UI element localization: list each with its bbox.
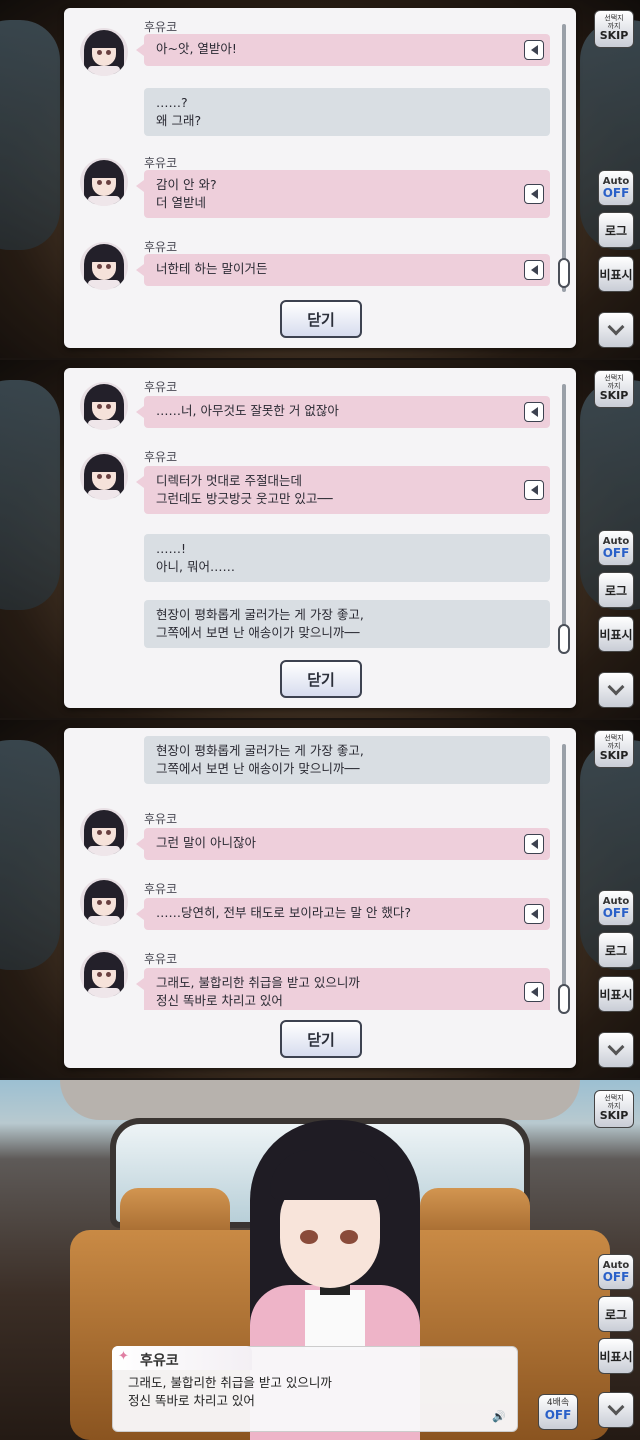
log-message: 아~앗, 열받아! [136,34,550,66]
speaker-name: 후유코 [144,812,178,826]
voice-replay-icon[interactable] [524,904,544,924]
chevron-down-icon [607,1038,625,1056]
log-button[interactable]: 로그 [598,212,634,248]
scroll-down-button[interactable] [598,1032,634,1068]
log-message: 그런 말이 아니잖아 [136,828,550,860]
log-message: 그래도, 불합리한 취급을 받고 있으니까 정신 똑바로 차리고 있어 [136,968,550,1010]
log-message: 너한테 하는 말이거든 [136,254,550,286]
backlog-dialog: 후유코 ……너, 아무것도 잘못한 거 없잖아 후유코 디렉터가 멋대로 주절대… [64,368,576,708]
log-scrollbar[interactable] [558,744,570,1014]
speaker-avatar [80,382,128,430]
skip-button[interactable]: 선택지 까지 SKIP [594,10,634,48]
scroll-down-button[interactable] [598,672,634,708]
auto-button[interactable]: Auto OFF [598,530,634,566]
scroll-down-button[interactable] [598,1392,634,1428]
auto-button[interactable]: Auto OFF [598,890,634,926]
skip-button[interactable]: 선택지 까지 SKIP [594,730,634,768]
log-message-player: 현장이 평화롭게 굴러가는 게 가장 좋고, 그쪽에서 보면 난 애송이가 맞으… [144,600,550,648]
log-message-player: ……? 왜 그래? [144,88,550,136]
log-panel-3: 현장이 평화롭게 굴러가는 게 가장 좋고, 그쪽에서 보면 난 애송이가 맞으… [0,720,640,1078]
voice-replay-icon[interactable] [524,184,544,204]
log-button[interactable]: 로그 [598,932,634,968]
backlog-dialog: 후유코 아~앗, 열받아! ……? 왜 그래? 후유코 감이 안 와? 더 열받… [64,8,576,348]
voice-icon[interactable]: 🔊 [492,1410,506,1423]
speaker-name: 후유코 [144,156,178,170]
log-message: 디렉터가 멋대로 주절대는데 그런데도 방긋방긋 웃고만 있고── [136,466,550,514]
skip-button[interactable]: 선택지 까지 SKIP [594,370,634,408]
log-panel-2: 후유코 ……너, 아무것도 잘못한 거 없잖아 후유코 디렉터가 멋대로 주절대… [0,360,640,718]
speaker-avatar [80,808,128,856]
speaker-avatar [80,28,128,76]
voice-replay-icon[interactable] [524,834,544,854]
log-scrollbar[interactable] [558,24,570,292]
speaker-avatar [80,242,128,290]
scroll-down-button[interactable] [598,312,634,348]
speaker-name: 후유코 [144,380,178,394]
voice-replay-icon[interactable] [524,260,544,280]
hide-button[interactable]: 비표시 [598,1338,634,1374]
chevron-down-icon [607,318,625,336]
speaker-name: 후유코 [140,1353,179,1369]
backlog-dialog: 현장이 평화롭게 굴러가는 게 가장 좋고, 그쪽에서 보면 난 애송이가 맞으… [64,728,576,1068]
hide-button[interactable]: 비표시 [598,616,634,652]
speaker-name: 후유코 [144,952,178,966]
chevron-down-icon [607,678,625,696]
voice-replay-icon[interactable] [524,40,544,60]
chevron-down-icon [607,1398,625,1416]
dialogue-text: 그래도, 불합리한 취급을 받고 있으니까 정신 똑바로 차리고 있어 [128,1375,332,1408]
close-button[interactable]: 닫기 [280,300,362,338]
log-button[interactable]: 로그 [598,1296,634,1332]
voice-replay-icon[interactable] [524,480,544,500]
hide-button[interactable]: 비표시 [598,976,634,1012]
log-message: ……당연히, 전부 태도로 보이라고는 말 안 했다? [136,898,550,930]
speaker-avatar [80,878,128,926]
log-panel-1: 후유코 아~앗, 열받아! ……? 왜 그래? 후유코 감이 안 와? 더 열받… [0,0,640,358]
log-message-player: ……! 아니, 뭐어…… [144,534,550,582]
speed-toggle-button[interactable]: 4배속 OFF [538,1394,578,1430]
voice-replay-icon[interactable] [524,982,544,1002]
speaker-avatar [80,158,128,206]
speaker-name: 후유코 [144,450,178,464]
log-message-player: 현장이 평화롭게 굴러가는 게 가장 좋고, 그쪽에서 보면 난 애송이가 맞으… [144,736,550,784]
close-button[interactable]: 닫기 [280,660,362,698]
skip-button[interactable]: 선택지 까지 SKIP [594,1090,634,1128]
speaker-avatar [80,950,128,998]
speaker-name: 후유코 [144,240,178,254]
log-scrollbar[interactable] [558,384,570,654]
auto-button[interactable]: Auto OFF [598,1254,634,1290]
speaker-name: 후유코 [144,20,178,34]
speaker-avatar [80,452,128,500]
log-message: ……너, 아무것도 잘못한 거 없잖아 [136,396,550,428]
sparkle-icon: ✦ [118,1349,129,1364]
hide-button[interactable]: 비표시 [598,256,634,292]
log-message: 감이 안 와? 더 열받네 [136,170,550,218]
speaker-name: 후유코 [144,882,178,896]
close-button[interactable]: 닫기 [280,1020,362,1058]
voice-replay-icon[interactable] [524,402,544,422]
log-button[interactable]: 로그 [598,572,634,608]
auto-button[interactable]: Auto OFF [598,170,634,206]
